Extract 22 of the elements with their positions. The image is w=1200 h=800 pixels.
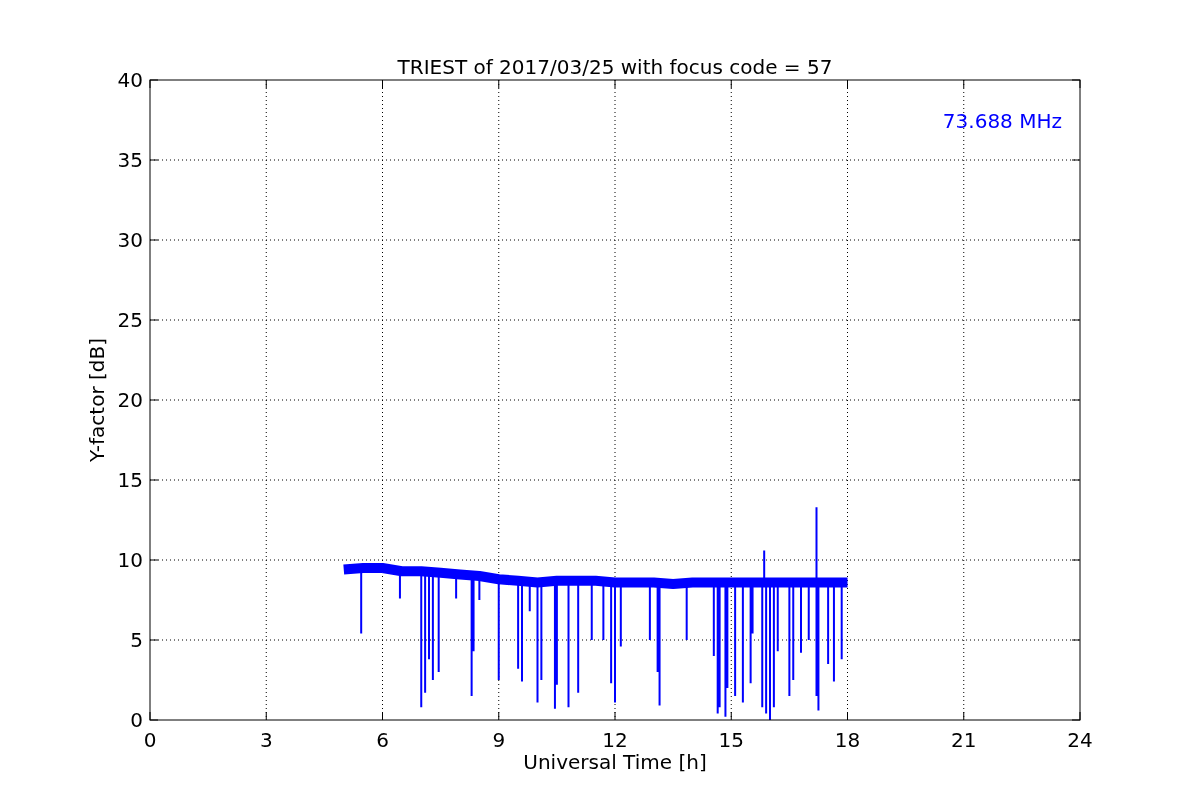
y-tick-label: 40 (117, 68, 143, 92)
y-axis-label: Y-factor [dB] (85, 338, 109, 462)
y-tick-label: 10 (117, 548, 143, 572)
x-tick-label: 6 (376, 728, 389, 752)
y-tick-label: 20 (117, 388, 143, 412)
x-tick-label: 9 (492, 728, 506, 752)
y-tick-label: 35 (117, 148, 143, 172)
y-tick-label: 25 (117, 308, 143, 332)
x-tick-label: 3 (259, 728, 273, 752)
x-tick-label: 12 (602, 728, 628, 752)
x-tick-label: 21 (951, 728, 977, 752)
x-axis-label: Universal Time [h] (523, 750, 707, 774)
y-tick-label: 5 (130, 628, 143, 652)
x-tick-label: 15 (718, 728, 744, 752)
series-label: 73.688 MHz (942, 109, 1062, 133)
chart-title: TRIEST of 2017/03/25 with focus code = 57 (397, 55, 833, 79)
x-tick-label: 18 (834, 728, 861, 752)
x-tick-label: 24 (1067, 728, 1093, 752)
y-tick-label: 30 (117, 228, 143, 252)
y-tick-label: 15 (117, 468, 143, 492)
x-tick-label: 0 (143, 728, 157, 752)
y-tick-label: 0 (130, 708, 143, 732)
